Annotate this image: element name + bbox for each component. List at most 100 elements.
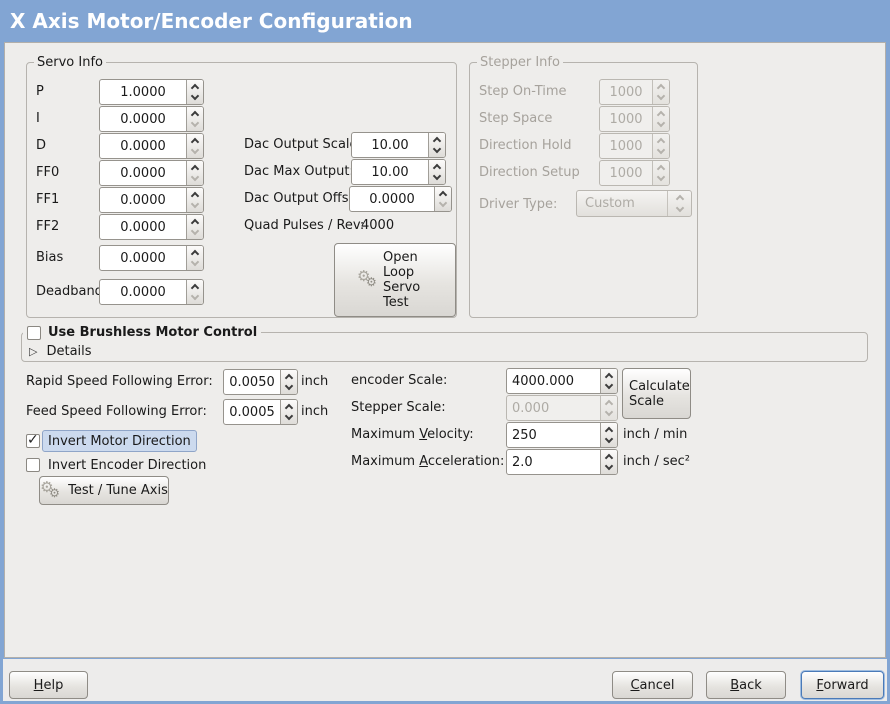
chevron-down-icon[interactable]	[605, 435, 613, 443]
bias-spin-buttons[interactable]	[186, 246, 203, 270]
ff0-input[interactable]: 0.0000	[99, 160, 204, 186]
stepper-info-frame-title: Stepper Info	[477, 54, 563, 71]
d-input[interactable]: 0.0000	[99, 133, 204, 159]
bias-input[interactable]: 0.0000	[99, 245, 204, 271]
d-label: D	[36, 133, 46, 159]
bias-label: Bias	[36, 245, 63, 271]
chevron-down-icon[interactable]	[285, 382, 293, 390]
use-brushless-checkbox[interactable]	[27, 326, 41, 340]
chevron-down-icon	[605, 408, 613, 416]
chevron-down-icon[interactable]	[191, 227, 199, 235]
encoder-scale-input[interactable]: 4000.000	[506, 368, 618, 394]
direction-hold-value: 1000	[600, 134, 652, 158]
calculate-scale-button[interactable]: Calculate Scale	[622, 368, 691, 419]
ff2-value: 0.0000	[100, 215, 186, 239]
dac-output-offset-input[interactable]: 0.0000	[349, 186, 452, 212]
open-loop-servo-test-button[interactable]: ⚙⚙ Open Loop Servo Test	[334, 243, 456, 317]
maximum-velocity-input[interactable]: 250	[506, 422, 618, 448]
chevron-down-icon[interactable]	[191, 119, 199, 127]
p-spin-buttons[interactable]	[186, 80, 203, 104]
chevron-down-icon[interactable]	[191, 292, 199, 300]
back-button-label: Back	[730, 678, 762, 693]
direction-hold-label: Direction Hold	[479, 133, 571, 159]
chevron-down-icon[interactable]	[191, 92, 199, 100]
spin-buttons[interactable]	[600, 369, 617, 393]
chevron-down-icon	[657, 92, 665, 100]
dac-output-offset-value: 0.0000	[350, 187, 434, 211]
invert-encoder-label: Invert Encoder Direction	[48, 456, 206, 476]
ff1-spin-buttons[interactable]	[186, 188, 203, 212]
direction-setup-input: 1000	[599, 160, 670, 186]
chevron-down-icon[interactable]	[191, 146, 199, 154]
chevron-down-icon	[657, 146, 665, 154]
i-spin-buttons[interactable]	[186, 107, 203, 131]
d-spin-buttons[interactable]	[186, 134, 203, 158]
spin-buttons[interactable]	[280, 370, 297, 394]
spin-buttons[interactable]	[600, 450, 617, 474]
ff2-spin-buttons[interactable]	[186, 215, 203, 239]
chevron-down-icon[interactable]	[605, 381, 613, 389]
chevron-down-icon[interactable]	[439, 199, 447, 207]
spin-buttons[interactable]	[280, 400, 297, 424]
chevron-down-icon[interactable]	[433, 172, 441, 180]
details-expander[interactable]: ▷ Details	[29, 344, 92, 359]
checkmark-icon: ✓	[27, 432, 39, 448]
chevron-down-icon[interactable]	[191, 200, 199, 208]
back-button[interactable]: Back	[706, 671, 786, 699]
ff1-value: 0.0000	[100, 188, 186, 212]
chevron-down-icon[interactable]	[605, 462, 613, 470]
step-on-time-input: 1000	[599, 79, 670, 105]
invert-motor-label[interactable]: Invert Motor Direction	[42, 430, 197, 452]
maximum-acceleration-input[interactable]: 2.0	[506, 449, 618, 475]
rapid-following-error-unit: inch	[301, 369, 328, 395]
dac-max-output-value: 10.00	[352, 160, 428, 184]
chevron-down-icon	[657, 173, 665, 181]
stepper-scale-value: 0.000	[507, 396, 600, 420]
spin-buttons	[652, 107, 669, 131]
expander-triangle-icon[interactable]: ▷	[29, 345, 37, 358]
dac-max-spin-buttons[interactable]	[428, 160, 445, 184]
quad-pulses-label: Quad Pulses / Rev:	[244, 216, 364, 236]
deadband-label: Deadband	[36, 279, 103, 305]
ff1-input[interactable]: 0.0000	[99, 187, 204, 213]
spin-buttons	[652, 80, 669, 104]
spin-buttons	[600, 396, 617, 420]
maximum-acceleration-unit: inch / sec²	[623, 449, 690, 475]
ff0-spin-buttons[interactable]	[186, 161, 203, 185]
open-loop-servo-test-label: Open Loop Servo Test	[383, 250, 433, 310]
dac-max-output-input[interactable]: 10.00	[351, 159, 446, 185]
chevron-down-icon[interactable]	[433, 145, 441, 153]
test-tune-axis-button[interactable]: ⚙⚙ Test / Tune Axis	[39, 476, 169, 505]
details-label: Details	[46, 344, 91, 359]
step-on-time-label: Step On-Time	[479, 79, 567, 105]
chevron-down-icon	[657, 119, 665, 127]
deadband-spin-buttons[interactable]	[186, 280, 203, 304]
dac-output-scale-input[interactable]: 10.00	[351, 132, 446, 158]
p-input[interactable]: 1.0000	[99, 79, 204, 105]
brushless-checkbox-row[interactable]: Use Brushless Motor Control	[23, 323, 261, 342]
content-panel: Servo Info P I D FF0 FF1 FF2 Bias Deadba…	[4, 42, 886, 658]
spin-buttons[interactable]	[600, 423, 617, 447]
chevron-down-icon[interactable]	[285, 412, 293, 420]
deadband-input[interactable]: 0.0000	[99, 279, 204, 305]
ff2-input[interactable]: 0.0000	[99, 214, 204, 240]
test-tune-axis-label: Test / Tune Axis	[68, 483, 168, 498]
step-on-time-value: 1000	[600, 80, 652, 104]
driver-type-value: Custom	[577, 196, 667, 211]
dac-scale-spin-buttons[interactable]	[428, 133, 445, 157]
stepper-scale-label: Stepper Scale:	[351, 395, 446, 421]
feed-following-error-unit: inch	[301, 399, 328, 425]
servo-info-frame: Servo Info P I D FF0 FF1 FF2 Bias Deadba…	[26, 62, 457, 318]
forward-button[interactable]: Forward	[801, 671, 884, 699]
feed-following-error-input[interactable]: 0.0005	[223, 399, 298, 425]
chevron-down-icon[interactable]	[191, 173, 199, 181]
cancel-button[interactable]: Cancel	[612, 671, 693, 699]
dac-offset-spin-buttons[interactable]	[434, 187, 451, 211]
chevron-down-icon[interactable]	[191, 258, 199, 266]
invert-motor-checkbox[interactable]: ✓	[26, 434, 40, 448]
rapid-following-error-input[interactable]: 0.0050	[223, 369, 298, 395]
invert-encoder-checkbox[interactable]	[26, 458, 40, 472]
help-button[interactable]: Help	[9, 671, 88, 699]
spin-buttons	[652, 161, 669, 185]
i-input[interactable]: 0.0000	[99, 106, 204, 132]
